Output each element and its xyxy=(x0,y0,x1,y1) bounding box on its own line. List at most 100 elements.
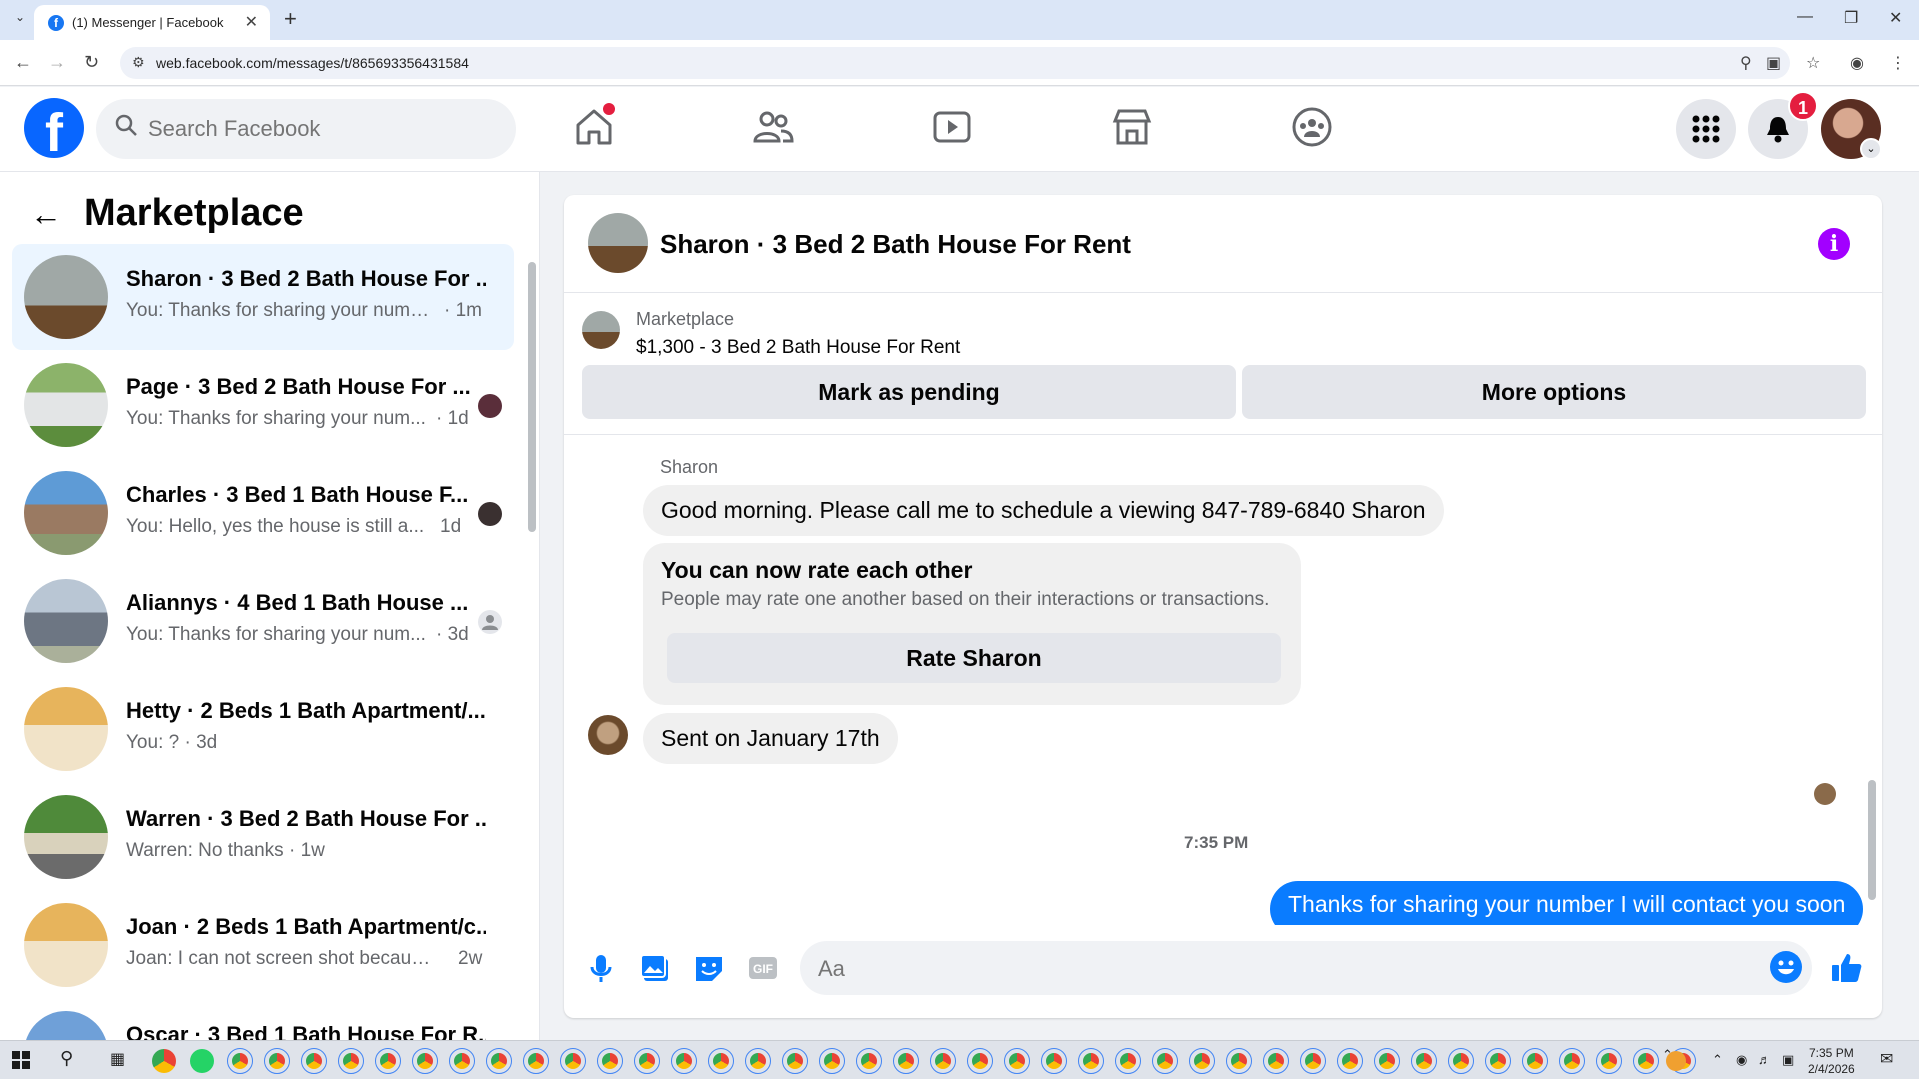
search-box[interactable] xyxy=(96,99,516,159)
conversation-item[interactable]: Charles · 3 Bed 1 Bath House F... You: H… xyxy=(12,460,514,566)
chrome-window-icon[interactable] xyxy=(1152,1048,1178,1074)
conversation-item[interactable]: Hetty · 2 Beds 1 Bath Apartment/... You:… xyxy=(12,676,514,782)
conversation-item[interactable]: Joan · 2 Beds 1 Bath Apartment/c... Joan… xyxy=(12,892,514,998)
chrome-window-icon[interactable] xyxy=(523,1048,549,1074)
conversation-item[interactable]: Aliannys · 4 Bed 1 Bath House ... You: T… xyxy=(12,568,514,674)
chrome-window-icon[interactable] xyxy=(782,1048,808,1074)
windows-start-icon[interactable] xyxy=(12,1051,30,1069)
message-input-box[interactable] xyxy=(800,941,1812,995)
search-taskbar-icon[interactable]: ⚲ xyxy=(60,1048,73,1069)
profile-icon[interactable]: ◉ xyxy=(1850,53,1864,73)
chrome-window-icon[interactable] xyxy=(634,1048,660,1074)
back-arrow-icon[interactable]: ← xyxy=(30,196,62,233)
close-tab-icon[interactable]: ✕ xyxy=(245,12,258,32)
chrome-window-icon[interactable] xyxy=(1004,1048,1030,1074)
chrome-window-icon[interactable] xyxy=(856,1048,882,1074)
facebook-logo[interactable]: f xyxy=(24,98,84,158)
photo-icon[interactable] xyxy=(638,951,672,985)
zoom-icon[interactable]: ⚲ xyxy=(1740,53,1752,73)
whatsapp-icon[interactable] xyxy=(190,1049,214,1073)
menu-icon[interactable]: ⋮ xyxy=(1890,53,1906,73)
chrome-window-icon[interactable] xyxy=(1041,1048,1067,1074)
chrome-window-icon[interactable] xyxy=(745,1048,771,1074)
chrome-window-icon[interactable] xyxy=(264,1048,290,1074)
chrome-window-icon[interactable] xyxy=(1263,1048,1289,1074)
bookmark-star-icon[interactable]: ☆ xyxy=(1806,53,1820,73)
browser-tab[interactable]: f (1) Messenger | Facebook ✕ xyxy=(34,5,270,40)
restore-icon[interactable]: ❐ xyxy=(1844,8,1858,28)
chrome-window-icon[interactable] xyxy=(301,1048,327,1074)
scrollbar[interactable] xyxy=(528,262,536,532)
chat-title[interactable]: Sharon · 3 Bed 2 Bath House For Rent xyxy=(660,229,1131,260)
back-icon[interactable]: ← xyxy=(14,52,32,73)
volume-icon[interactable]: ♬ xyxy=(1758,1052,1771,1067)
chrome-window-icon[interactable] xyxy=(893,1048,919,1074)
marketplace-icon[interactable] xyxy=(1110,105,1154,149)
tray-app-icon[interactable] xyxy=(1666,1051,1686,1071)
chrome-window-icon[interactable] xyxy=(597,1048,623,1074)
menu-grid-button[interactable] xyxy=(1676,99,1736,159)
groups-icon[interactable] xyxy=(1290,105,1334,149)
incoming-message[interactable]: Good morning. Please call me to schedule… xyxy=(643,485,1444,536)
address-bar[interactable]: ⚙ web.facebook.com/messages/t/8656933564… xyxy=(120,47,1820,79)
more-options-button[interactable]: More options xyxy=(1242,365,1866,419)
like-thumbs-up-icon[interactable] xyxy=(1830,951,1864,985)
chrome-window-icon[interactable] xyxy=(227,1048,253,1074)
reload-icon[interactable]: ↻ xyxy=(84,52,99,73)
info-icon[interactable]: i xyxy=(1818,228,1850,260)
chrome-window-icon[interactable] xyxy=(1448,1048,1474,1074)
scrollbar[interactable] xyxy=(1868,780,1876,900)
chat-avatar[interactable] xyxy=(588,213,648,273)
mark-as-pending-button[interactable]: Mark as pending xyxy=(582,365,1236,419)
chrome-window-icon[interactable] xyxy=(1226,1048,1252,1074)
chrome-window-icon[interactable] xyxy=(486,1048,512,1074)
wifi-icon[interactable]: ◉ xyxy=(1736,1052,1747,1068)
chrome-window-icon[interactable] xyxy=(1559,1048,1585,1074)
video-icon[interactable] xyxy=(930,105,974,149)
message-input[interactable] xyxy=(818,953,1718,985)
search-input[interactable] xyxy=(148,113,488,145)
outgoing-message[interactable]: Thanks for sharing your number I will co… xyxy=(1270,881,1864,925)
conversation-item[interactable]: Sharon · 3 Bed 2 Bath House For ... You:… xyxy=(12,244,514,350)
chrome-window-icon[interactable] xyxy=(819,1048,845,1074)
conversation-item[interactable]: Page · 3 Bed 2 Bath House For ... You: T… xyxy=(12,352,514,458)
chrome-window-icon[interactable] xyxy=(708,1048,734,1074)
chrome-window-icon[interactable] xyxy=(930,1048,956,1074)
emoji-icon[interactable] xyxy=(1770,951,1802,983)
show-hidden-icons[interactable]: ⌃ xyxy=(1712,1052,1723,1068)
microphone-icon[interactable] xyxy=(584,951,618,985)
install-app-icon[interactable]: ▣ xyxy=(1766,53,1781,73)
friends-icon[interactable] xyxy=(751,105,795,149)
chrome-window-icon[interactable] xyxy=(1300,1048,1326,1074)
chrome-window-icon[interactable] xyxy=(1411,1048,1437,1074)
new-tab-icon[interactable]: + xyxy=(284,6,297,32)
network-icon[interactable]: ▣ xyxy=(1782,1052,1794,1068)
site-info-icon[interactable]: ⚙ xyxy=(132,54,145,71)
notification-center-icon[interactable]: ✉ xyxy=(1880,1049,1893,1069)
chrome-window-icon[interactable] xyxy=(1189,1048,1215,1074)
minimize-icon[interactable]: — xyxy=(1797,8,1813,26)
chrome-window-icon[interactable] xyxy=(967,1048,993,1074)
chrome-window-icon[interactable] xyxy=(671,1048,697,1074)
rate-button[interactable]: Rate Sharon xyxy=(667,633,1281,683)
conversation-item[interactable]: Oscar · 3 Bed 1 Bath House For R... xyxy=(12,1000,514,1040)
chrome-icon[interactable] xyxy=(152,1049,176,1073)
chrome-window-icon[interactable] xyxy=(1374,1048,1400,1074)
sticker-icon[interactable] xyxy=(692,951,726,985)
incoming-message[interactable]: Sent on January 17th xyxy=(643,713,898,764)
listing-title[interactable]: $1,300 - 3 Bed 2 Bath House For Rent xyxy=(636,337,960,359)
forward-icon[interactable]: → xyxy=(48,52,66,73)
tab-search-icon[interactable]: ⌄ xyxy=(10,10,30,30)
chrome-window-icon[interactable] xyxy=(412,1048,438,1074)
task-view-icon[interactable]: ▦ xyxy=(110,1049,125,1069)
chrome-window-icon[interactable] xyxy=(1337,1048,1363,1074)
gif-icon[interactable]: GIF xyxy=(746,951,780,985)
chrome-window-icon[interactable] xyxy=(560,1048,586,1074)
conversation-item[interactable]: Warren · 3 Bed 2 Bath House For ... Warr… xyxy=(12,784,514,890)
chevron-down-icon[interactable]: ⌄ xyxy=(1860,138,1882,160)
close-window-icon[interactable]: ✕ xyxy=(1889,8,1902,28)
chrome-window-icon[interactable] xyxy=(1596,1048,1622,1074)
chrome-window-icon[interactable] xyxy=(375,1048,401,1074)
chrome-window-icon[interactable] xyxy=(1485,1048,1511,1074)
chrome-window-icon[interactable] xyxy=(449,1048,475,1074)
